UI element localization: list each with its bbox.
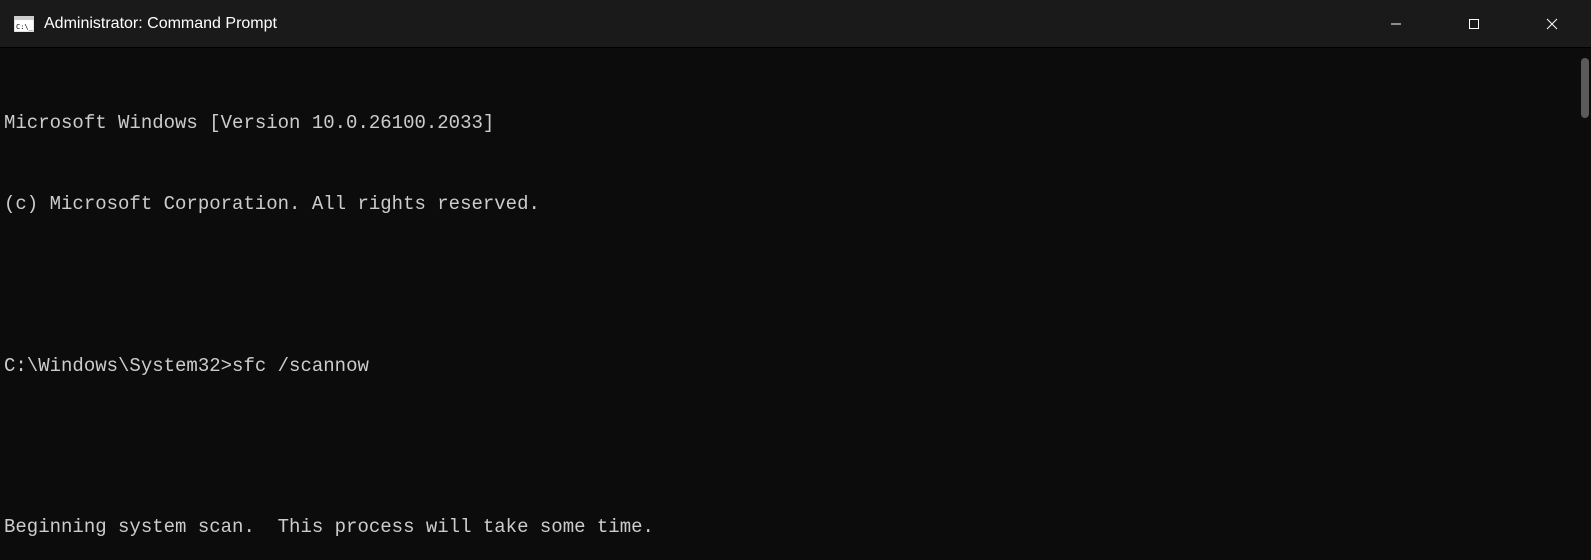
command-line: C:\Windows\System32>sfc /scannow: [4, 353, 1587, 380]
window-title: Administrator: Command Prompt: [44, 15, 277, 33]
scrollbar-track[interactable]: [1575, 48, 1591, 560]
titlebar-left: C:\_ Administrator: Command Prompt: [0, 14, 277, 34]
output-line: (c) Microsoft Corporation. All rights re…: [4, 191, 1587, 218]
maximize-button[interactable]: [1435, 0, 1513, 47]
close-button[interactable]: [1513, 0, 1591, 47]
output-line: Microsoft Windows [Version 10.0.26100.20…: [4, 110, 1587, 137]
window-controls: [1357, 0, 1591, 47]
minimize-button[interactable]: [1357, 0, 1435, 47]
svg-text:C:\_: C:\_: [16, 23, 34, 31]
output-line: [4, 434, 1587, 461]
cmd-icon: C:\_: [14, 14, 34, 34]
prompt-text: C:\Windows\System32>: [4, 353, 232, 380]
scrollbar-thumb[interactable]: [1581, 58, 1589, 118]
terminal-output[interactable]: Microsoft Windows [Version 10.0.26100.20…: [0, 48, 1591, 560]
output-line: [4, 272, 1587, 299]
command-text: sfc /scannow: [232, 353, 369, 380]
titlebar: C:\_ Administrator: Command Prompt: [0, 0, 1591, 48]
output-line: Beginning system scan. This process will…: [4, 514, 1587, 541]
